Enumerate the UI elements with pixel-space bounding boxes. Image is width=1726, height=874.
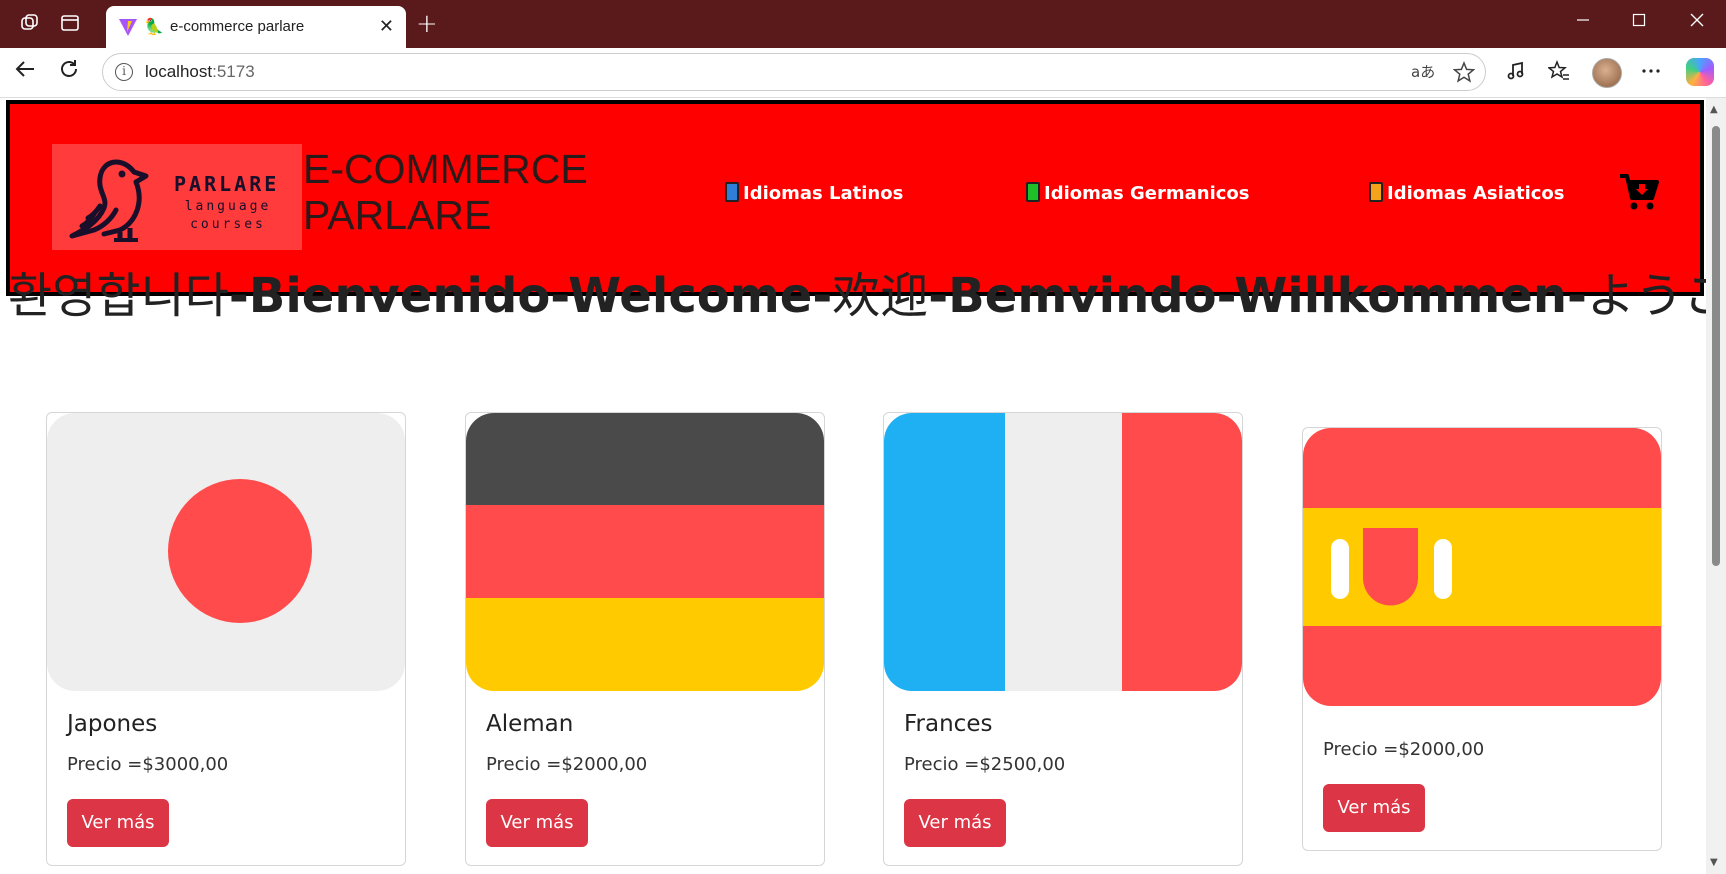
tab-close-icon[interactable]: ✕ [379, 16, 394, 38]
cart-download-icon[interactable] [1618, 172, 1660, 216]
browser-toolbar: i localhost:5173 aあ [0, 48, 1726, 98]
card-title: Japones [67, 711, 158, 737]
product-card-espanol: Precio =$2000,00 Ver más [1302, 427, 1662, 851]
logo-wordmark: PARLARE [174, 172, 280, 196]
orange-book-icon [1369, 182, 1383, 202]
favorite-star-icon[interactable] [1452, 61, 1476, 89]
product-card-japones: Japones Precio =$3000,00 Ver más [46, 412, 406, 866]
read-aloud-icon[interactable]: aあ [1411, 61, 1435, 83]
new-tab-button[interactable]: + [416, 10, 438, 38]
site-info-icon[interactable]: i [115, 63, 133, 81]
scroll-down-icon[interactable]: ▼ [1710, 857, 1718, 868]
close-window-icon[interactable] [1682, 10, 1712, 34]
logo[interactable]: PARLARE language courses [52, 144, 302, 250]
nav-link-germanicos[interactable]: Idiomas Germanicos [1026, 182, 1250, 206]
welcome-heading: 환영합니다-Bienvenido-Welcome-欢迎-Bemvindo-Wil… [8, 268, 1726, 324]
back-icon[interactable] [10, 58, 40, 88]
scroll-up-icon[interactable]: ▲ [1710, 104, 1718, 115]
ver-mas-button[interactable]: Ver más [904, 799, 1006, 847]
card-price: Precio =$2000,00 [486, 754, 648, 775]
logo-tagline: language courses [184, 199, 272, 232]
maximize-icon[interactable] [1624, 10, 1654, 34]
vertical-tabs-icon[interactable] [58, 12, 82, 36]
card-title: Frances [904, 711, 993, 737]
card-price: Precio =$2000,00 [1323, 739, 1485, 760]
page-viewport: PARLARE language courses E-COMMERCE PARL… [0, 98, 1726, 874]
favorites-icon[interactable] [1547, 59, 1570, 87]
more-options-icon[interactable] [1640, 60, 1662, 87]
germany-flag-icon [466, 413, 824, 691]
profile-avatar[interactable] [1592, 58, 1622, 88]
product-card-frances: Frances Precio =$2500,00 Ver más [883, 412, 1243, 866]
reload-icon[interactable] [54, 58, 84, 88]
ver-mas-button[interactable]: Ver más [1323, 784, 1425, 832]
nav-link-latinos[interactable]: Idiomas Latinos [725, 182, 903, 206]
ver-mas-button[interactable]: Ver más [67, 799, 169, 847]
minimize-icon[interactable] [1568, 10, 1598, 34]
bird-logo-icon [69, 159, 149, 242]
product-card-aleman: Aleman Precio =$2000,00 Ver más [465, 412, 825, 866]
tab-active[interactable]: 🦜 e-commerce parlare ✕ [106, 6, 406, 48]
card-price: Precio =$2500,00 [904, 754, 1066, 775]
address-bar[interactable]: i localhost:5173 aあ [102, 53, 1486, 91]
url-text[interactable]: localhost:5173 [145, 62, 255, 82]
spain-flag-icon [1303, 428, 1661, 706]
card-price: Precio =$3000,00 [67, 754, 229, 775]
site-title[interactable]: E-COMMERCE PARLARE [303, 146, 588, 238]
blue-book-icon [725, 182, 739, 202]
parrot-icon: 🦜 [144, 17, 164, 36]
tab-title: e-commerce parlare [170, 18, 305, 35]
browser-titlebar: 🦜 e-commerce parlare ✕ + [0, 0, 1726, 48]
copilot-icon[interactable] [1686, 58, 1714, 86]
page-scrollbar[interactable]: ▲ ▼ [1706, 98, 1726, 874]
scrollbar-thumb[interactable] [1712, 126, 1720, 566]
green-book-icon [1026, 182, 1040, 202]
france-flag-icon [884, 413, 1242, 691]
media-control-icon[interactable] [1506, 60, 1528, 87]
ver-mas-button[interactable]: Ver más [486, 799, 588, 847]
card-title: Aleman [486, 711, 574, 737]
japan-flag-icon [47, 413, 405, 691]
vite-icon [119, 19, 137, 36]
nav-link-asiaticos[interactable]: Idiomas Asiaticos [1369, 182, 1565, 206]
workspaces-icon[interactable] [18, 12, 42, 36]
